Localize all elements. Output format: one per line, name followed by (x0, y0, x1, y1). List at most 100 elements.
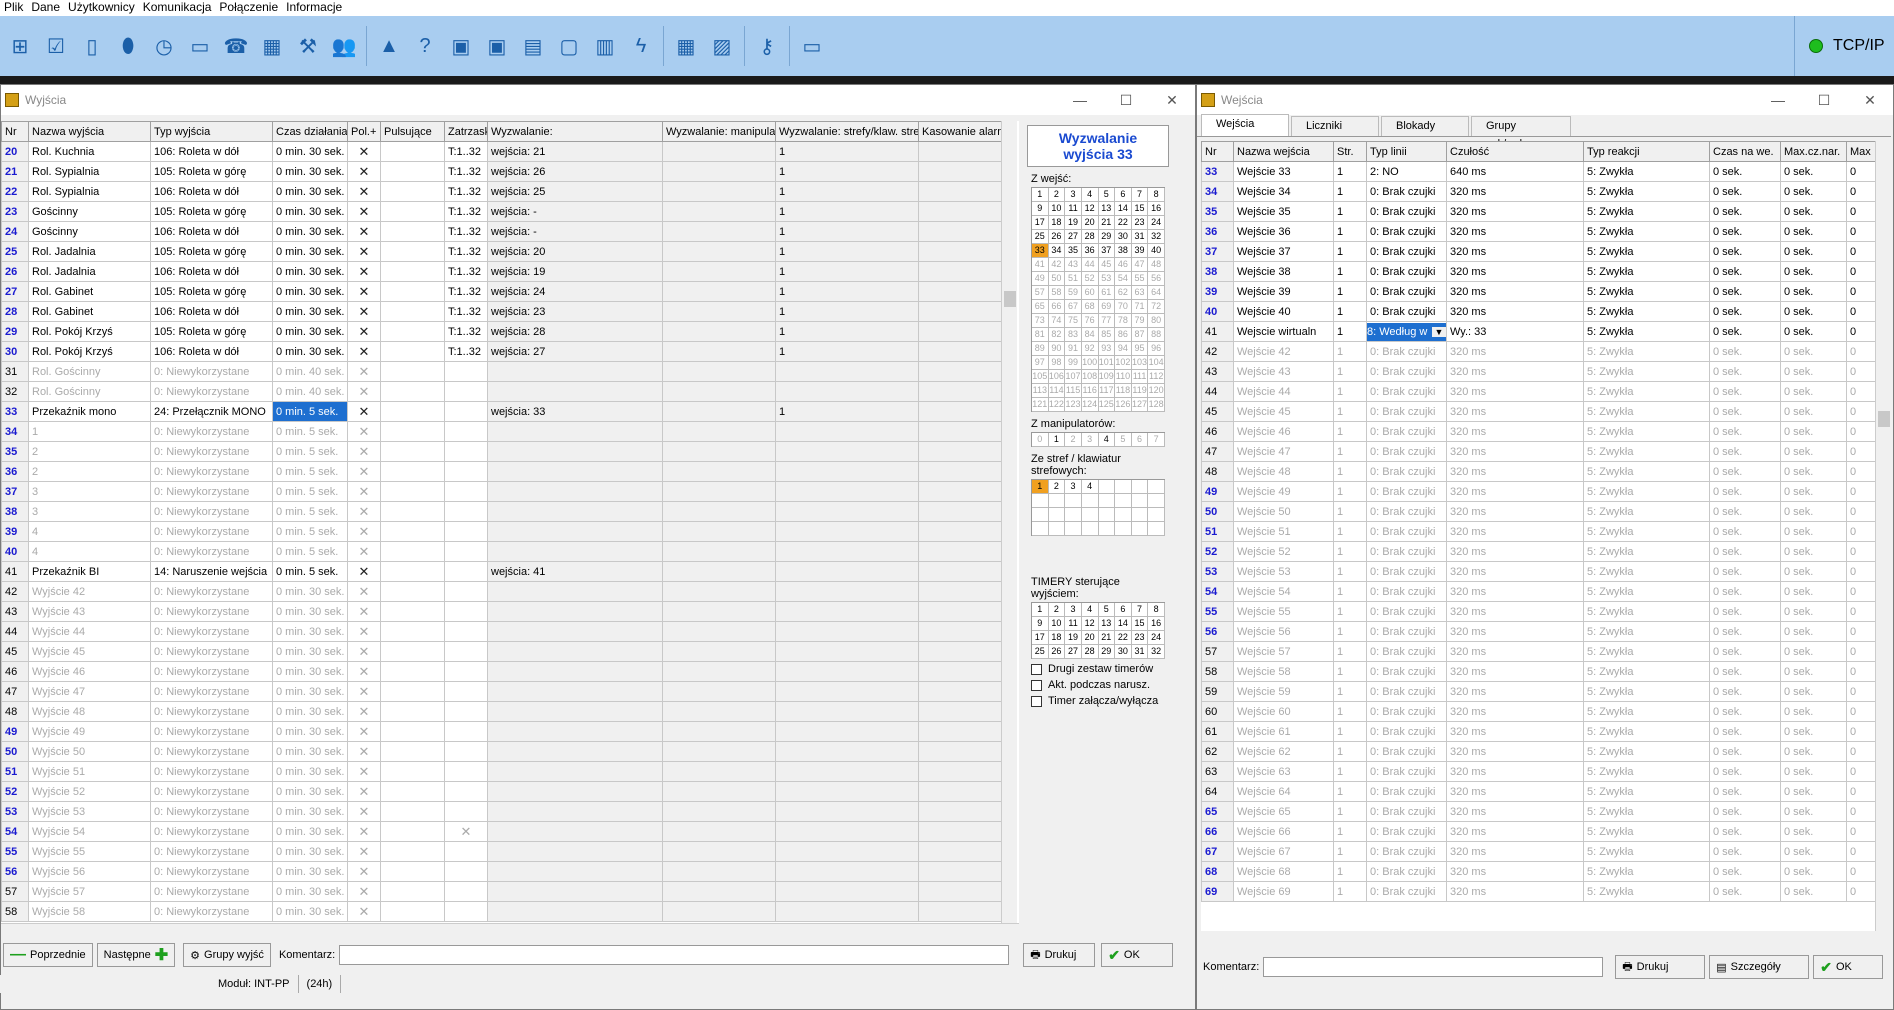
table-cell[interactable]: 0 sek. (1709, 661, 1781, 682)
table-cell[interactable]: 0 sek. (1780, 581, 1847, 602)
grid-cell[interactable]: 30 (1115, 230, 1132, 244)
grid-cell[interactable]: 8 (1148, 603, 1165, 617)
checklist-icon[interactable]: ☑ (38, 28, 74, 64)
scroll-thumb[interactable] (1004, 291, 1016, 307)
table-cell[interactable]: 0 min. 30 sek. (272, 761, 348, 782)
column-header[interactable]: Nazwa wejścia (1233, 141, 1334, 162)
table-cell[interactable] (444, 781, 488, 802)
column-header[interactable]: Max.cz.nar. (1780, 141, 1847, 162)
table-cell[interactable]: Wejście 36 (1233, 221, 1334, 242)
table-cell[interactable]: 0: Niewykorzystane (150, 801, 273, 822)
table-cell[interactable]: ✕ (347, 261, 381, 282)
table-cell[interactable]: 0: Niewykorzystane (150, 521, 273, 542)
zone-cell[interactable] (1048, 494, 1066, 508)
grid-cell[interactable]: 31 (1131, 230, 1149, 244)
table-cell[interactable]: 1 (1333, 721, 1367, 742)
ok-button[interactable]: ✔ OK (1101, 943, 1174, 967)
table-cell[interactable]: 0 sek. (1780, 521, 1847, 542)
table-cell[interactable]: Wyjście 53 (28, 801, 151, 822)
table-cell[interactable]: 2 (28, 441, 151, 462)
grid-cell[interactable]: 27 (1065, 230, 1082, 244)
table-cell[interactable] (444, 621, 488, 642)
grid-cell[interactable]: 117 (1098, 384, 1116, 398)
table-cell[interactable]: 106: Roleta w dół (150, 341, 273, 362)
table-cell[interactable] (380, 541, 445, 562)
table-cell[interactable] (918, 501, 1002, 522)
table-cell[interactable]: T:1..32 (444, 181, 488, 202)
table-cell[interactable]: 320 ms (1446, 761, 1584, 782)
table-cell[interactable] (444, 501, 488, 522)
table-cell[interactable]: 0 min. 30 sek. (272, 701, 348, 722)
grid-cell[interactable]: 18 (1048, 216, 1066, 230)
table-cell[interactable]: 105: Roleta w górę (150, 201, 273, 222)
table-cell[interactable]: 0 min. 5 sek. (272, 401, 348, 422)
table-cell[interactable]: wejścia: 33 (487, 401, 663, 422)
table-cell[interactable] (444, 861, 488, 882)
table-cell[interactable]: ✕ (347, 621, 381, 642)
table-cell[interactable]: 1 (1333, 861, 1367, 882)
grid-cell[interactable]: 10 (1048, 617, 1066, 631)
table-cell[interactable]: 0 min. 30 sek. (272, 881, 348, 902)
table-cell[interactable]: 1 (1333, 381, 1367, 402)
table-cell[interactable] (775, 461, 919, 482)
grid-cell[interactable]: 48 (1148, 258, 1165, 272)
table-row[interactable]: 44 Wyjście 44 0: Niewykorzystane 0 min. 30 … (1, 621, 1002, 642)
table-cell[interactable]: 5: Zwykła (1583, 681, 1710, 702)
table-cell[interactable]: 0 sek. (1780, 161, 1847, 182)
table-cell[interactable]: 320 ms (1446, 521, 1584, 542)
table-cell[interactable]: 5: Zwykła (1583, 701, 1710, 722)
table-cell[interactable]: 320 ms (1446, 381, 1584, 402)
table-cell[interactable]: 0 sek. (1709, 541, 1781, 562)
table-cell[interactable]: 5: Zwykła (1583, 601, 1710, 622)
table-cell[interactable]: 0 sek. (1780, 221, 1847, 242)
grid-cell[interactable]: 93 (1098, 342, 1116, 356)
table-cell[interactable]: ✕ (347, 861, 381, 882)
table-cell[interactable]: Rol. Pokój Krzyś (28, 341, 151, 362)
grid-cell[interactable]: 113 (1032, 384, 1049, 398)
table-row[interactable]: 56 Wejście 56 1 0: Brak czujki 320 ms 5: Zwyk… (1201, 621, 1891, 642)
grid-cell[interactable]: 38 (1115, 244, 1132, 258)
table-cell[interactable]: 0 sek. (1709, 241, 1781, 262)
table-cell[interactable] (775, 601, 919, 622)
table-cell[interactable]: Wyjście 42 (28, 581, 151, 602)
keypad-cell[interactable]: 3 (1081, 433, 1099, 447)
table-cell[interactable]: 0: Brak czujki (1366, 481, 1447, 502)
table-cell[interactable]: 0 min. 30 sek. (272, 181, 348, 202)
grid-cell[interactable]: 122 (1048, 398, 1066, 412)
grid-cell[interactable]: 53 (1098, 272, 1116, 286)
table-cell[interactable]: ✕ (347, 501, 381, 522)
grid-cell[interactable]: 69 (1098, 300, 1116, 314)
table-cell[interactable]: 0 min. 30 sek. (272, 621, 348, 642)
grid-cell[interactable]: 37 (1098, 244, 1116, 258)
grid-cell[interactable]: 102 (1115, 356, 1132, 370)
table-cell[interactable]: Gościnny (28, 221, 151, 242)
table-cell[interactable] (487, 881, 663, 902)
table-cell[interactable] (918, 521, 1002, 542)
users-icon[interactable]: 👥 (326, 28, 362, 64)
grid-cell[interactable]: 105 (1032, 370, 1049, 384)
table-cell[interactable]: wejścia: 41 (487, 561, 663, 582)
table-cell[interactable]: 0: Niewykorzystane (150, 481, 273, 502)
table-cell[interactable]: 0: Niewykorzystane (150, 361, 273, 382)
table-cell[interactable] (662, 361, 776, 382)
ok-button[interactable]: ✔ OK (1813, 955, 1884, 979)
table-cell[interactable] (444, 801, 488, 822)
table-cell[interactable]: 0 min. 5 sek. (272, 541, 348, 562)
table-cell[interactable]: 5: Zwykła (1583, 861, 1710, 882)
table-cell[interactable]: 320 ms (1446, 501, 1584, 522)
table-cell[interactable]: Rol. Kuchnia (28, 141, 151, 162)
table-cell[interactable]: 0 sek. (1780, 801, 1847, 822)
alarm-icon[interactable]: ⬮ (110, 28, 146, 64)
table-row[interactable]: 57 Wyjście 57 0: Niewykorzystane 0 min. 30 … (1, 881, 1002, 902)
table-cell[interactable] (380, 201, 445, 222)
grid-cell[interactable]: 121 (1032, 398, 1049, 412)
table-cell[interactable]: 5: Zwykła (1583, 841, 1710, 862)
table-cell[interactable]: 0: Brak czujki (1366, 601, 1447, 622)
table-cell[interactable]: Wejście 59 (1233, 681, 1334, 702)
table-cell[interactable]: 0 min. 30 sek. (272, 801, 348, 822)
table-cell[interactable] (487, 421, 663, 442)
table-cell[interactable]: 0: Niewykorzystane (150, 441, 273, 462)
grid-cell[interactable]: 104 (1148, 356, 1165, 370)
table-cell[interactable]: 0 sek. (1709, 641, 1781, 662)
table-cell[interactable]: ✕ (347, 281, 381, 302)
